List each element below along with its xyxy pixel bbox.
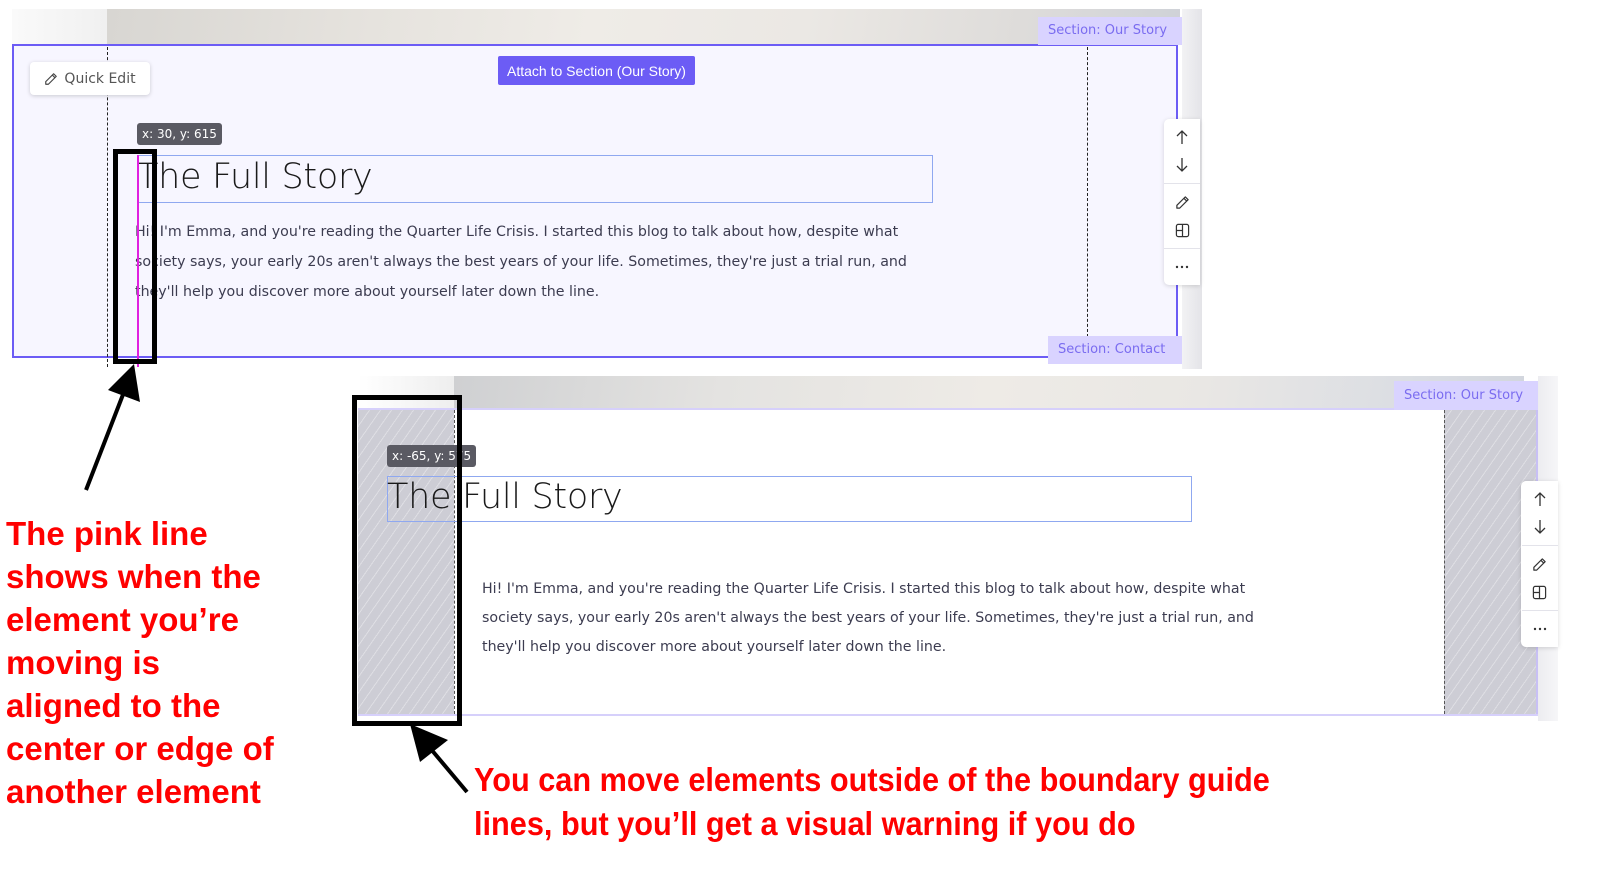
arrow-icon-right	[410, 724, 469, 794]
annotation-line: You can move elements outside of the bou…	[474, 761, 1270, 798]
annotation-alignment-guide: The pink line shows when the element you…	[6, 512, 346, 813]
annotation-line: another element	[6, 773, 261, 810]
annotation-boundary-warning: You can move elements outside of the bou…	[474, 758, 1404, 846]
annotation-line: The pink line	[6, 515, 208, 552]
annotation-line: lines, but you’ll get a visual warning i…	[474, 805, 1136, 842]
annotation-line: aligned to the	[6, 687, 221, 724]
annotation-line: moving is	[6, 644, 161, 681]
arrow-icon-left	[84, 364, 140, 491]
annotation-line: center or edge of	[6, 730, 274, 767]
annotation-line: element you’re	[6, 601, 239, 638]
annotation-line: shows when the	[6, 558, 261, 595]
